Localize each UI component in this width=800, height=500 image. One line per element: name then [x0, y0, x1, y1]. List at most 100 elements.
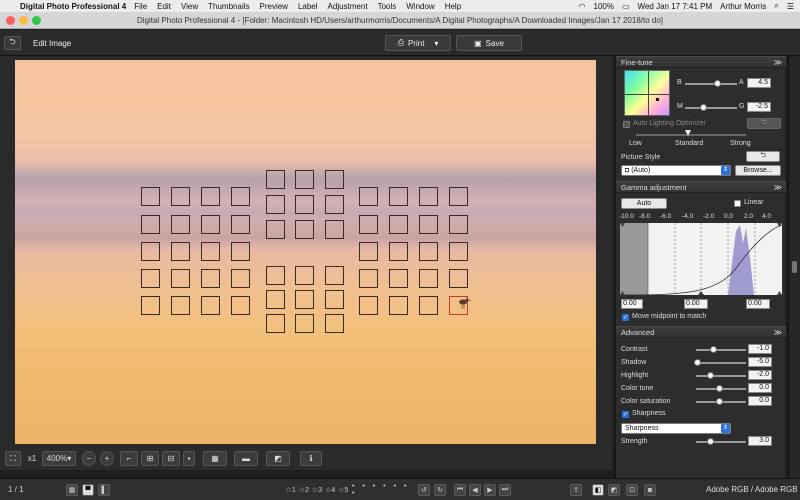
gamma-right-field[interactable]: 0.00: [746, 299, 770, 309]
shadow-slider-track[interactable]: [696, 362, 746, 364]
chevron-down-icon[interactable]: ▾: [434, 39, 438, 48]
highlight-field[interactable]: -2.0: [748, 370, 772, 380]
menu-view[interactable]: View: [181, 2, 198, 11]
highlight-slider-knob[interactable]: [707, 372, 714, 379]
user-name[interactable]: Arthur Morris: [720, 2, 766, 11]
edit-image-preview[interactable]: [15, 60, 596, 444]
sharpness-select[interactable]: Sharpness ⇕: [621, 423, 731, 434]
close-window-button[interactable]: [6, 16, 15, 25]
color-saturation-field[interactable]: 0.0: [748, 396, 772, 406]
clock[interactable]: Wed Jan 17 7:41 PM: [638, 2, 713, 11]
strength-slider-track[interactable]: [696, 441, 746, 443]
fine-tune-header[interactable]: Fine-tune ≫: [616, 56, 786, 68]
color-tone-slider-knob[interactable]: [716, 385, 723, 392]
contrast-slider-track[interactable]: [696, 349, 746, 351]
star-2[interactable]: ☆2: [299, 486, 309, 494]
contrast-slider-knob[interactable]: [710, 346, 717, 353]
browse-button[interactable]: Browse...: [735, 165, 781, 176]
color-adjust-button[interactable]: ◩: [266, 451, 290, 466]
crop-tool-button[interactable]: ⌐: [120, 451, 138, 466]
menu-file[interactable]: File: [134, 2, 147, 11]
transfer-button[interactable]: ⇪: [570, 484, 582, 496]
menu-thumbnails[interactable]: Thumbnails: [208, 2, 249, 11]
battery-icon[interactable]: ▭: [622, 2, 630, 11]
strength-field[interactable]: 3.0: [748, 436, 772, 446]
zoom-window-button[interactable]: [32, 16, 41, 25]
a-value-field[interactable]: 4.5: [747, 78, 771, 88]
move-midpoint-checkbox[interactable]: ✓: [622, 314, 629, 321]
highlight-slider-track[interactable]: [696, 375, 746, 377]
g-value-field[interactable]: -2.5: [747, 102, 771, 112]
ba-slider-track[interactable]: [685, 83, 737, 85]
palette-scroll-arrow[interactable]: [792, 261, 797, 273]
minimize-window-button[interactable]: [19, 16, 28, 25]
alo-reset-button[interactable]: ⮌: [747, 118, 781, 129]
menu-help[interactable]: Help: [445, 2, 461, 11]
gamma-left-field[interactable]: 0.00: [621, 299, 643, 309]
rotate-right-button[interactable]: ↻: [434, 484, 446, 496]
zoom-select[interactable]: 400% ▾: [42, 451, 76, 466]
fit-to-window-button[interactable]: ⛶: [5, 451, 21, 466]
grid-button[interactable]: ⊟: [162, 451, 180, 466]
rating-stars[interactable]: ☆1 ☆2 ☆3 ☆4 ☆5: [286, 484, 349, 496]
menu-tools[interactable]: Tools: [378, 2, 397, 11]
menu-edit[interactable]: Edit: [157, 2, 171, 11]
wifi-icon[interactable]: ◠: [579, 2, 586, 11]
spotlight-icon[interactable]: ⌕: [774, 1, 778, 11]
menu-list-icon[interactable]: ☰: [787, 2, 794, 11]
star-3[interactable]: ☆3: [312, 486, 322, 494]
color-balance-wheel[interactable]: [624, 70, 671, 117]
advanced-header[interactable]: Advanced ≫: [616, 326, 786, 338]
prev-image-button[interactable]: ◀: [469, 484, 481, 496]
picture-style-select[interactable]: ◘ (Auto) ⇕: [621, 165, 731, 176]
print-button[interactable]: ⎙ Print ▾: [385, 35, 451, 51]
save-button[interactable]: ▣ Save: [456, 35, 522, 51]
shadow-slider-knob[interactable]: [694, 359, 701, 366]
collapse-icon[interactable]: ≫: [774, 57, 782, 68]
gamma-header[interactable]: Gamma adjustment ≫: [616, 181, 786, 193]
crop-palette-button[interactable]: ⊡: [626, 484, 638, 496]
shadow-field[interactable]: -5.0: [748, 357, 772, 367]
menu-window[interactable]: Window: [406, 2, 434, 11]
overlay-button[interactable]: ▪: [183, 451, 195, 466]
palette-scrollbar[interactable]: [788, 56, 800, 478]
color-tone-field[interactable]: 0.0: [748, 383, 772, 393]
first-image-button[interactable]: ⏮: [454, 484, 466, 496]
ba-slider-knob[interactable]: [714, 80, 721, 87]
menu-preview[interactable]: Preview: [260, 2, 288, 11]
color-saturation-slider-knob[interactable]: [716, 398, 723, 405]
gamma-mid-field[interactable]: 0.00: [684, 299, 708, 309]
star-1[interactable]: ☆1: [286, 486, 296, 494]
tone-palette-button[interactable]: ◩: [608, 484, 620, 496]
back-button[interactable]: ⮌: [4, 36, 21, 50]
battery-percent[interactable]: 100%: [594, 2, 614, 11]
mg-slider-knob[interactable]: [700, 104, 707, 111]
alo-slider-track[interactable]: [636, 134, 746, 136]
collapse-icon[interactable]: ≫: [774, 182, 782, 193]
alo-checkbox[interactable]: [623, 121, 630, 128]
menu-adjustment[interactable]: Adjustment: [328, 2, 368, 11]
zoom-in-button[interactable]: +: [100, 451, 114, 466]
gamma-histogram[interactable]: [620, 223, 782, 295]
balance-point[interactable]: [656, 98, 659, 101]
alo-slider-knob[interactable]: [685, 130, 691, 136]
camera-settings-button[interactable]: ◙: [644, 484, 656, 496]
mg-slider-track[interactable]: [685, 107, 737, 109]
picture-style-reset-button[interactable]: ⮌: [746, 151, 780, 162]
af-point-display-button[interactable]: ⊞: [141, 451, 159, 466]
zoom-x1-button[interactable]: x1: [24, 451, 40, 466]
zoom-out-button[interactable]: −: [82, 451, 96, 466]
info-button[interactable]: ℹ: [300, 451, 322, 466]
label-dots[interactable]: • • • • • • •: [352, 483, 410, 497]
filmstrip-view-button[interactable]: ▌: [98, 484, 110, 496]
gamma-auto-button[interactable]: Auto: [621, 198, 667, 209]
compare-view-button[interactable]: ▬: [234, 451, 258, 466]
collapse-icon[interactable]: ≫: [774, 327, 782, 338]
strength-slider-knob[interactable]: [707, 438, 714, 445]
rotate-left-button[interactable]: ↺: [418, 484, 430, 496]
menu-label[interactable]: Label: [298, 2, 318, 11]
next-image-button[interactable]: ▶: [484, 484, 496, 496]
star-5[interactable]: ☆5: [338, 486, 348, 494]
thumbnail-view-button[interactable]: ▦: [66, 484, 78, 496]
single-view-button[interactable]: ▀: [82, 484, 94, 496]
